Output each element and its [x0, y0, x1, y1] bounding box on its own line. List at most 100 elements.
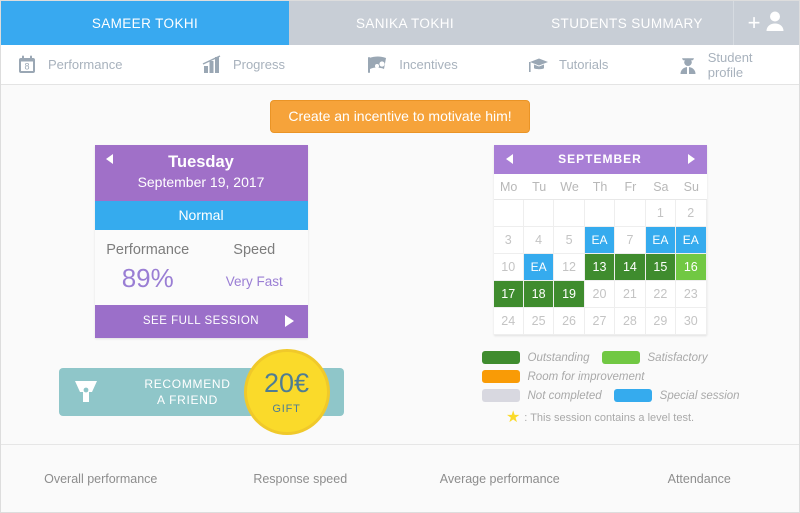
calendar-day-cell[interactable]: 18 [523, 281, 555, 308]
calendar-day-cell[interactable]: EA [645, 227, 677, 254]
recommend-line-2: A FRIEND [157, 393, 218, 407]
calendar-day-cell[interactable]: 2 [676, 200, 707, 227]
calendar-day-cell[interactable]: 15 [645, 254, 677, 281]
calendar-cell-empty [584, 200, 616, 227]
calendar-header: SEPTEMBER [493, 145, 707, 174]
session-status-badge: Normal [94, 201, 308, 230]
calendar-day-cell[interactable]: 10 [493, 254, 524, 281]
main-content: Tuesday September 19, 2017 Normal Perfor… [1, 133, 799, 453]
session-date: September 19, 2017 [137, 174, 265, 190]
legend-color-swatch [613, 389, 652, 402]
calendar-day-cell[interactable]: 20 [584, 281, 616, 308]
calendar-day-cell[interactable]: 22 [645, 281, 677, 308]
metric-value: 89% [121, 263, 174, 293]
calendar-day-cell[interactable]: 26 [554, 308, 585, 335]
calendar-day-cell[interactable]: 25 [523, 308, 555, 335]
gift-label: GIFT [272, 402, 301, 415]
bottom-nav-attendance[interactable]: Attendance [600, 472, 800, 486]
see-full-session-button[interactable]: SEE FULL SESSION [94, 305, 308, 338]
plus-icon: + [747, 10, 761, 35]
calendar-day-cell[interactable]: 4 [523, 227, 555, 254]
sidebar-item-label: Performance [48, 57, 123, 72]
sidebar-item-label: Tutorials [558, 57, 609, 72]
sidebar-item-performance[interactable]: 8 Performance [9, 53, 136, 77]
calendar-legend: Outstanding Satisfactory Room for improvem… [481, 351, 740, 426]
calendar-day-cell[interactable]: 13 [584, 254, 616, 281]
recommend-line-1: RECOMMEND [144, 377, 231, 391]
previous-session-arrow-icon[interactable] [105, 154, 113, 164]
metric-label: Speed [233, 242, 276, 258]
session-day: Tuesday [168, 153, 234, 171]
legend-color-swatch [481, 389, 520, 402]
recommend-friend-label: RECOMMEND A FRIEND [113, 376, 263, 408]
calendar-day-cell[interactable]: 23 [676, 281, 707, 308]
calendar-day-cell[interactable]: 30 [676, 308, 707, 335]
legend-label: Outstanding [527, 351, 590, 364]
calendar-weekday-header: Fr [615, 174, 646, 200]
sidebar-item-tutorials[interactable]: Tutorials [520, 53, 622, 77]
legend-note: ★: This session contains a level test. [482, 410, 719, 426]
calendar-day-cell[interactable]: 12 [554, 254, 585, 281]
calendar-cell-empty [493, 200, 524, 227]
session-calendar: SEPTEMBER Mo Tu We Th Fr Sa Su 1 2 3 4 5 EA 7 EA EA 10 EA… [493, 145, 707, 335]
next-month-arrow-icon[interactable] [687, 154, 695, 164]
calendar-day-cell[interactable]: 28 [615, 308, 646, 335]
student-tab-students-summary[interactable]: STUDENTS SUMMARY [521, 1, 733, 45]
calendar-day-cell[interactable]: EA [523, 254, 555, 281]
student-tab-sameer-tokhi[interactable]: SAMEER TOKHI [1, 1, 289, 45]
session-summary-card: Tuesday September 19, 2017 Normal Perfor… [94, 145, 308, 338]
calendar-day-cell[interactable]: 5 [554, 227, 585, 254]
calendar-day-cell[interactable]: 14 [615, 254, 646, 281]
calendar-day-cell[interactable]: 7 [615, 227, 646, 254]
metric-speed: Speed Very Fast [201, 242, 308, 291]
student-tab-bar: SAMEER TOKHI SANIKA TOKHI STUDENTS SUMMA… [1, 1, 799, 45]
calendar-cell-empty [523, 200, 555, 227]
legend-note-text: : This session contains a level test. [524, 412, 695, 424]
legend-item: Special session [613, 389, 740, 402]
student-performance-app: SAMEER TOKHI SANIKA TOKHI STUDENTS SUMMA… [0, 0, 800, 513]
graduation-cap-icon [526, 53, 550, 77]
calendar-day-cell[interactable]: 29 [645, 308, 677, 335]
calendar-weekday-header: Th [584, 174, 616, 200]
bottom-nav-average-performance[interactable]: Average performance [400, 472, 600, 486]
calendar-day-cell[interactable]: 3 [493, 227, 524, 254]
bottom-nav-overall-performance[interactable]: Overall performance [1, 472, 201, 486]
previous-month-arrow-icon[interactable] [505, 154, 513, 164]
student-tab-sanika-tokhi[interactable]: SANIKA TOKHI [289, 1, 521, 45]
calendar-weekday-header: We [554, 174, 585, 200]
calendar-day-cell[interactable]: 1 [645, 200, 677, 227]
calendar-day-cell[interactable]: EA [676, 227, 707, 254]
calendar-day-cell[interactable]: 17 [493, 281, 524, 308]
calendar-day-cell[interactable]: 27 [584, 308, 616, 335]
calendar-day-cell[interactable]: 19 [554, 281, 585, 308]
create-incentive-button[interactable]: Create an incentive to motivate him! [270, 100, 530, 133]
calendar-weekday-header: Su [676, 174, 707, 200]
calendar-cell-empty [615, 200, 646, 227]
user-profile-icon [677, 53, 699, 77]
bottom-nav-response-speed[interactable]: Response speed [201, 472, 401, 486]
chevron-right-icon [284, 315, 294, 327]
sidebar-item-progress[interactable]: Progress [194, 53, 299, 77]
calendar-8-icon: 8 [15, 53, 39, 77]
sidebar-item-label: Student profile [707, 49, 753, 80]
student-tab-label: SAMEER TOKHI [91, 15, 199, 31]
calendar-day-cell[interactable]: 16 [676, 254, 707, 281]
recommend-friend-banner[interactable]: RECOMMEND A FRIEND 20€ GIFT [58, 349, 344, 435]
session-card-header: Tuesday September 19, 2017 [94, 145, 308, 201]
add-student-button[interactable]: + [733, 1, 799, 45]
sidebar-item-student-profile[interactable]: Student profile [671, 50, 799, 80]
left-column: Tuesday September 19, 2017 Normal Perfor… [1, 145, 401, 453]
gift-coin-badge[interactable]: 20€ GIFT [243, 349, 330, 435]
sidebar-item-incentives[interactable]: Incentives [360, 53, 472, 77]
legend-label: Room for improvement [527, 370, 645, 383]
sidebar-item-label: Progress [232, 57, 285, 72]
legend-item: Satisfactory [601, 351, 708, 364]
calendar-month-label: SEPTEMBER [558, 152, 642, 166]
calendar-day-cell[interactable]: EA [584, 227, 616, 254]
legend-label: Special session [659, 389, 740, 402]
star-icon: ★ [505, 409, 521, 426]
calendar-day-cell[interactable]: 24 [493, 308, 524, 335]
gift-amount: 20€ [263, 367, 310, 398]
incentive-banner-row: Create an incentive to motivate him! [1, 85, 799, 133]
calendar-day-cell[interactable]: 21 [615, 281, 646, 308]
